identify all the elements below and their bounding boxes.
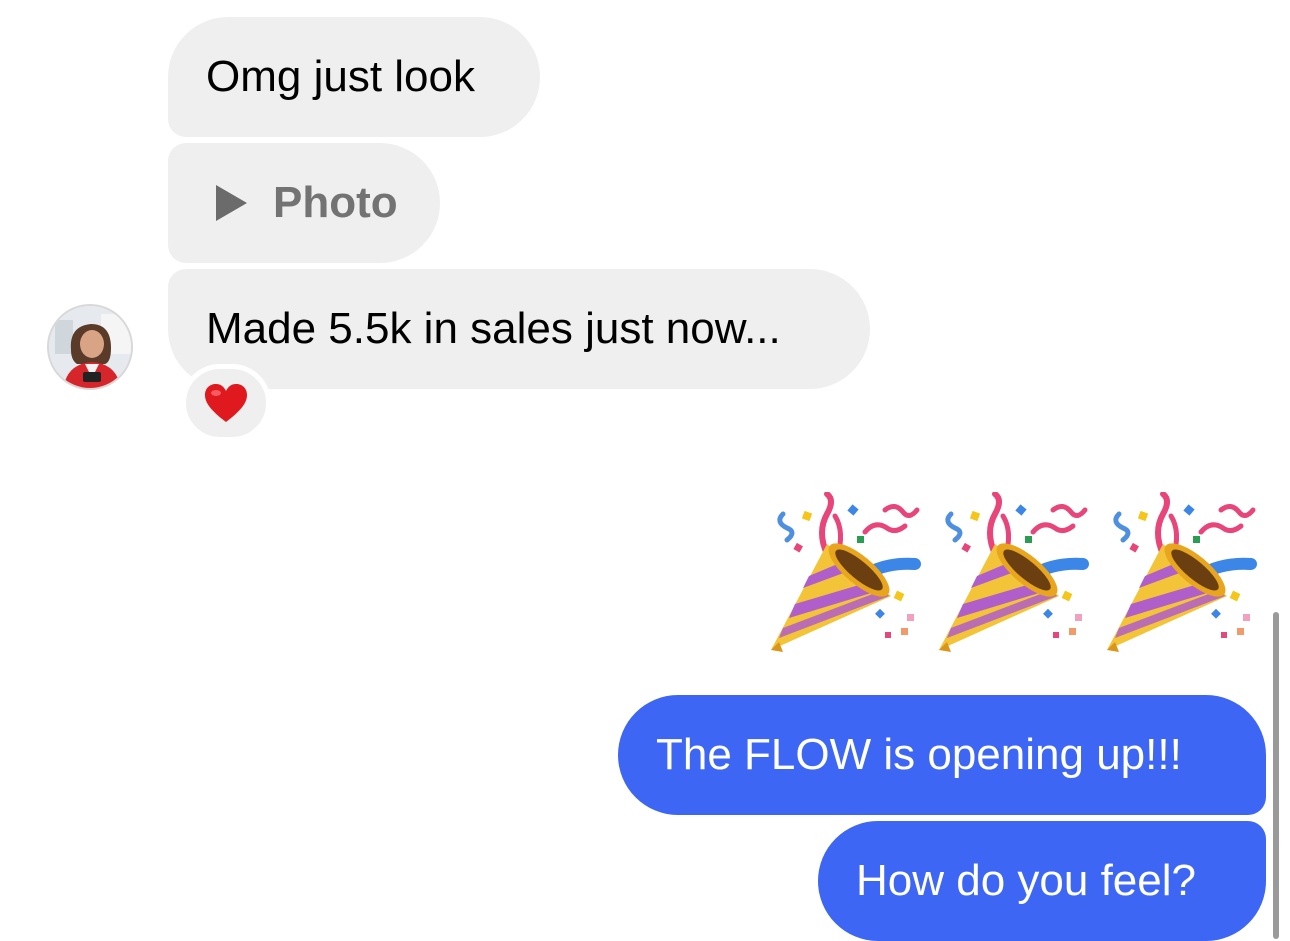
party-popper-icon (939, 492, 1089, 652)
incoming-message-bubble[interactable]: Omg just look (168, 17, 540, 137)
message-text: Made 5.5k in sales just now... (206, 304, 781, 353)
message-text: How do you feel? (856, 856, 1196, 905)
party-popper-icon (771, 492, 921, 652)
message-text: The FLOW is opening up!!! (656, 730, 1182, 779)
incoming-message-bubble[interactable]: Made 5.5k in sales just now... (168, 269, 870, 389)
play-icon (216, 185, 247, 221)
party-popper-icon (1107, 492, 1257, 652)
photo-attachment-bubble[interactable]: Photo (168, 143, 440, 263)
scrollbar[interactable] (1273, 612, 1279, 939)
heart-reaction[interactable] (181, 364, 271, 442)
heart-icon (205, 384, 247, 422)
outgoing-message-bubble[interactable]: The FLOW is opening up!!! (618, 695, 1266, 815)
outgoing-message-bubble[interactable]: How do you feel? (818, 821, 1266, 941)
party-popper-emoji-message[interactable] (765, 492, 1265, 662)
attachment-label: Photo (273, 178, 398, 227)
message-text: Omg just look (206, 52, 475, 101)
avatar[interactable] (47, 304, 133, 390)
